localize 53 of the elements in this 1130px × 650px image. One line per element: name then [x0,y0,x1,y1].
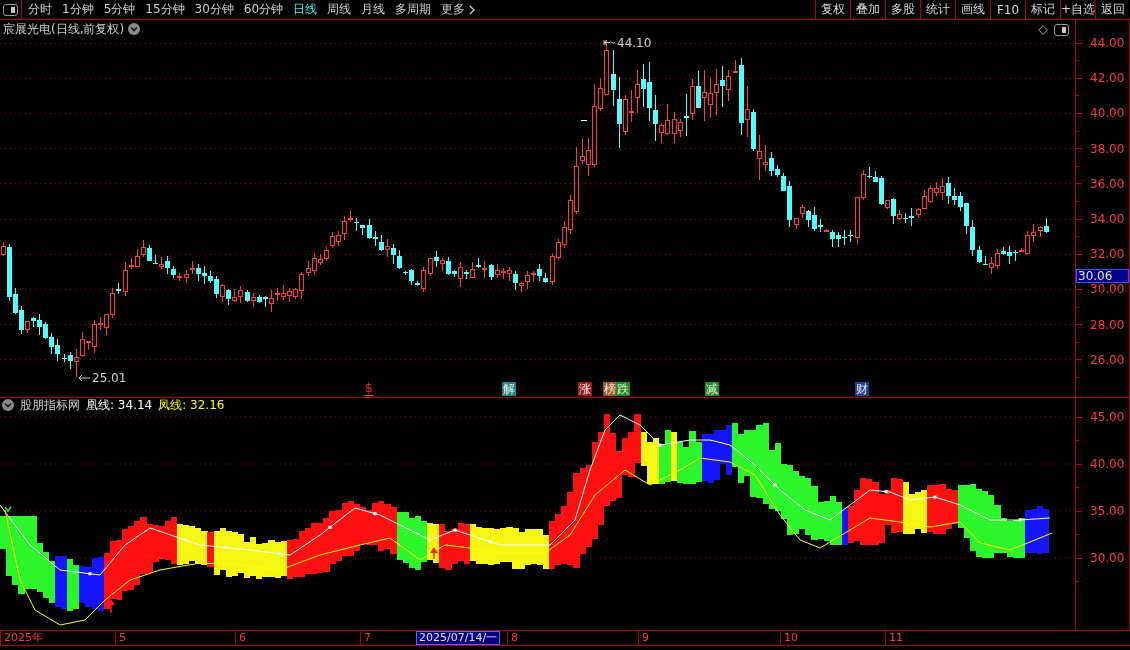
time-axis-label: 8 [507,631,518,645]
price-axis-label: 26.00 [1090,352,1125,367]
time-axis-label: 11 [885,631,903,645]
price-axis-label: 28.00 [1090,317,1125,332]
period-tab[interactable]: 日线 [293,1,318,18]
circle-chevron-icon[interactable] [128,23,141,35]
price-axis-label: 32.00 [1090,247,1125,262]
circle-chevron-icon[interactable] [2,399,14,411]
event-marker[interactable]: 榜 [603,382,617,396]
price-axis-label: 40.00 [1090,106,1125,121]
value-axis-label: 40.00 [1090,457,1125,471]
current-price-label: 30.06 [1076,269,1129,283]
indicator-line-label: 凰线: 34.14 [86,396,153,414]
period-tab[interactable]: 30分钟 [194,1,234,18]
indicator-name: 股朋指标网 [20,396,80,414]
period-tab[interactable]: 60分钟 [243,1,284,18]
value-axis-label: 30.00 [1090,551,1125,565]
layout-button[interactable] [0,0,22,19]
time-axis-label: 7 [360,631,371,645]
price-axis-label: 44.00 [1090,36,1125,50]
event-marker[interactable]: 解 [502,382,516,396]
chevron-right-icon [469,4,476,15]
price-axis-label: 42.00 [1090,71,1125,86]
price-axis-label: 34.00 [1090,212,1125,226]
event-marker[interactable]: 涨 [578,382,592,396]
period-tab[interactable]: 15分钟 [145,1,185,18]
time-axis-label: 9 [638,631,649,645]
period-tab[interactable]: 分时 [28,1,52,18]
price-axis-label: 36.00 [1090,176,1125,191]
chart-title: 宸展光电(日线,前复权) [3,20,125,38]
indicator-line-label: 凤线: 32.16 [158,396,225,414]
value-axis-label: 35.00 [1090,504,1125,518]
more-menu[interactable]: 更多 [441,1,476,18]
time-axis-label: 6 [235,631,246,645]
event-marker[interactable]: 减 [705,382,719,396]
period-tab[interactable]: 周线 [327,1,352,18]
time-axis-label: 5 [115,631,126,645]
period-tab[interactable]: 1分钟 [62,1,94,18]
event-marker[interactable]: 跌 [616,382,630,396]
diamond-icon[interactable] [1038,25,1048,35]
event-marker[interactable]: 财 [855,382,869,396]
time-axis-label: 2025年 [0,631,43,645]
panel-toggle-icon [3,3,18,16]
time-axis-label: 10 [780,631,798,645]
period-tab[interactable]: 月线 [361,1,386,18]
cursor-date-label: 2025/07/14/一 [416,631,501,645]
toolbar-button[interactable]: +自选 [1060,0,1095,19]
period-tab[interactable]: 5分钟 [103,1,136,18]
price-axis-label: 38.00 [1090,141,1125,156]
period-tab[interactable]: 多周期 [395,1,432,18]
price-axis-label: 30.00 [1090,282,1125,297]
value-axis-label: 45.00 [1090,410,1125,424]
panel-toggle-icon[interactable] [1054,24,1069,36]
